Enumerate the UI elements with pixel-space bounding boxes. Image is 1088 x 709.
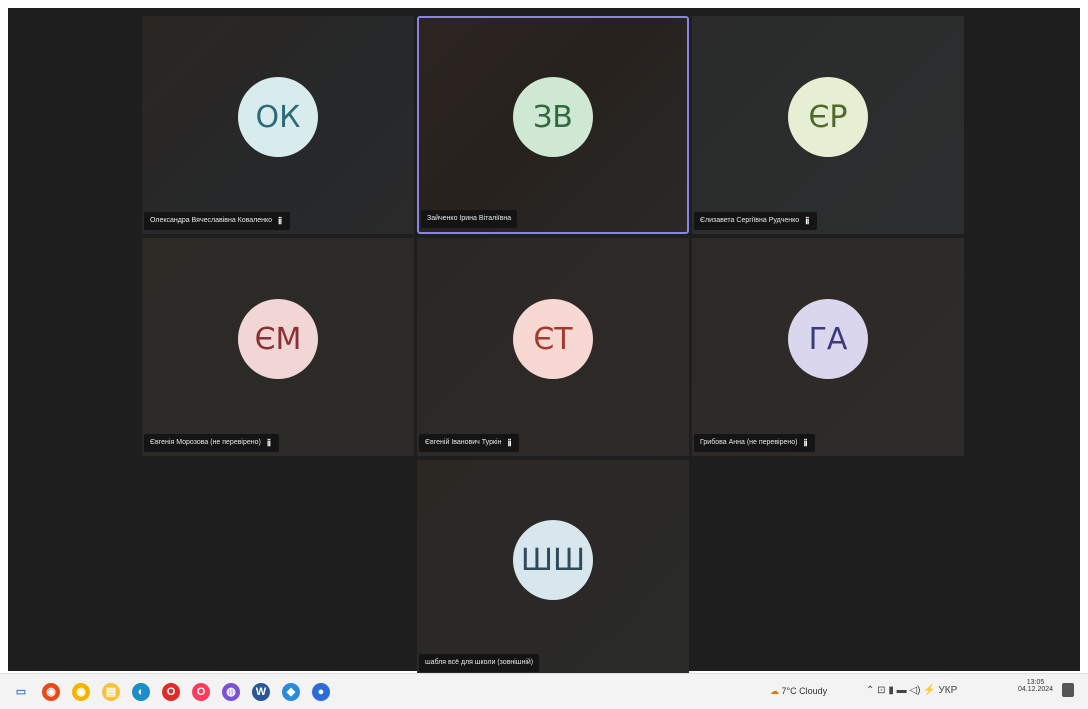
participant-tile[interactable]: ОК Олександра Вячеславівна Коваленко ⅱ: [142, 16, 414, 234]
screen: ОК Олександра Вячеславівна Коваленко ⅱ З…: [0, 0, 1088, 709]
opera-gx-icon[interactable]: O: [192, 683, 210, 701]
participant-tile[interactable]: ЄМ Євгенія Морозова (не перевірено) ⅱ: [142, 238, 414, 456]
participant-name: Євгеній Іванович Туркін: [425, 439, 502, 446]
participant-name: Єлизавета Сергіївна Рудченко: [700, 217, 800, 224]
file-explorer-icon[interactable]: ▤: [102, 683, 120, 701]
participant-name-label: Грибова Анна (не перевірено) ⅱ: [694, 434, 816, 452]
participant-avatar: ОК: [238, 77, 318, 157]
participant-name-label: Євгенія Морозова (не перевірено) ⅱ: [144, 434, 279, 452]
participant-name-label: шабля всё для школи (зовнішній): [419, 654, 540, 672]
participant-name: Зайченко Ірина Віталіївна: [427, 215, 512, 222]
weather-widget[interactable]: ☁ 7°C Cloudy: [770, 686, 827, 697]
participant-name-label: Зайченко Ірина Віталіївна: [421, 210, 518, 228]
participant-name: Грибова Анна (не перевірено): [700, 439, 798, 446]
participant-tile[interactable]: ГА Грибова Анна (не перевірено) ⅱ: [692, 238, 964, 456]
participant-tile-active-speaker[interactable]: ЗВ Зайченко Ірина Віталіївна: [417, 16, 689, 234]
windows-taskbar: ▭ ◉ ◉ ▤ ◐ O O ◍ W ◆ ● ☁ 7°C Cloudy ⌃ ⊡ ▮ ▬ ◁) ⚡ УК…: [0, 673, 1088, 709]
mic-icon: ⅱ: [805, 216, 810, 226]
participant-grid: ОК Олександра Вячеславівна Коваленко ⅱ З…: [142, 16, 964, 676]
participant-avatar: ЄР: [788, 77, 868, 157]
participant-avatar: ЗВ: [513, 77, 593, 157]
zoom-icon[interactable]: ●: [312, 683, 330, 701]
edge-icon[interactable]: ◐: [132, 683, 150, 701]
system-tray-icons[interactable]: ⌃ ⊡ ▮ ▬ ◁) ⚡ УКР: [866, 685, 957, 696]
participant-avatar: ЄТ: [513, 299, 593, 379]
weather-icon: ☁: [770, 686, 779, 696]
participant-name: Олександра Вячеславівна Коваленко: [150, 217, 273, 224]
mic-icon: ⅱ: [507, 438, 512, 448]
chrome-alt-icon[interactable]: ◉: [72, 683, 90, 701]
maps-icon[interactable]: ◆: [282, 683, 300, 701]
mic-icon: ⅱ: [278, 216, 283, 226]
participant-avatar: ЄМ: [238, 299, 318, 379]
participant-avatar: ШШ: [513, 520, 593, 600]
participant-name-label: Олександра Вячеславівна Коваленко ⅱ: [144, 212, 291, 230]
mic-icon: ⅱ: [266, 438, 271, 448]
task-view-icon[interactable]: ▭: [12, 683, 30, 701]
participant-tile[interactable]: ЄТ Євгеній Іванович Туркін ⅱ: [417, 238, 689, 456]
participant-tile[interactable]: ШШ шабля всё для школи (зовнішній): [417, 460, 689, 676]
opera-icon[interactable]: O: [162, 683, 180, 701]
clock[interactable]: 13:05 04.12.2024: [1018, 679, 1053, 693]
word-icon[interactable]: W: [252, 683, 270, 701]
viber-icon[interactable]: ◍: [222, 683, 240, 701]
notification-icon[interactable]: [1062, 683, 1074, 697]
participant-avatar: ГА: [788, 299, 868, 379]
mic-icon: ⅱ: [803, 438, 808, 448]
chrome-icon[interactable]: ◉: [42, 683, 60, 701]
clock-time: 13:05: [1026, 679, 1045, 686]
participant-name: шабля всё для школи (зовнішній): [425, 659, 534, 666]
weather-text: 7°C Cloudy: [781, 686, 828, 696]
meeting-stage: ОК Олександра Вячеславівна Коваленко ⅱ З…: [8, 8, 1080, 676]
participant-name-label: Євгеній Іванович Туркін ⅱ: [419, 434, 520, 452]
clock-date: 04.12.2024: [1018, 686, 1054, 693]
participant-name: Євгенія Морозова (не перевірено): [150, 439, 261, 446]
participant-name-label: Єлизавета Сергіївна Рудченко ⅱ: [694, 212, 818, 230]
participant-tile[interactable]: ЄР Єлизавета Сергіївна Рудченко ⅱ: [692, 16, 964, 234]
